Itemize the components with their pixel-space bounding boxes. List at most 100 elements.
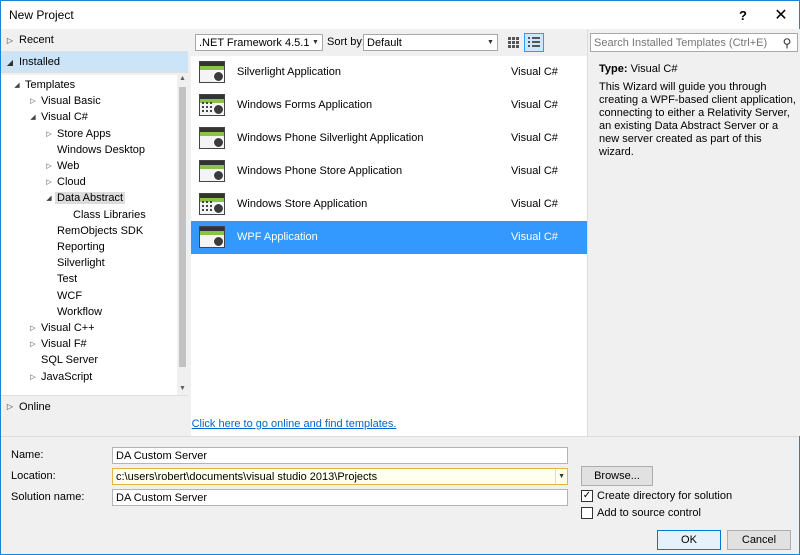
close-button[interactable]: ✕ [763,1,799,29]
expand-arrow-icon[interactable]: ▷ [43,130,55,138]
framework-dropdown[interactable]: .NET Framework 4.5.1 ▼ [195,34,323,51]
tree-item[interactable]: Workflow [43,304,104,320]
solution-name-field[interactable] [112,489,568,506]
template-name: Windows Store Application [237,198,368,210]
recent-section[interactable]: ▷ Recent [1,29,188,51]
tree-item[interactable]: Windows Desktop [43,142,147,158]
recent-label: Recent [19,34,54,46]
small-icons-view-button[interactable] [503,33,523,52]
template-row[interactable]: Windows Store Application Visual C# [191,188,587,221]
ok-button[interactable]: OK [657,530,721,550]
template-name: Silverlight Application [237,66,341,78]
checkbox-checked-icon[interactable]: ✓ [581,490,593,502]
tree-item[interactable]: Class Libraries [59,207,148,223]
template-list: Silverlight Application Visual C# Windows … [191,56,587,436]
template-type: Type: Visual C# [599,63,677,75]
collapse-arrow-icon[interactable]: ◢ [43,194,55,202]
source-control-checkbox[interactable]: Add to source control [581,507,701,519]
expand-arrow-icon[interactable]: ▷ [27,324,39,332]
tree-item[interactable]: Test [43,271,79,287]
template-row[interactable]: Windows Phone Silverlight Application Vis… [191,122,587,155]
search-input[interactable] [591,36,777,49]
list-view-button[interactable] [524,33,544,52]
tree-item[interactable]: ▷ JavaScript [27,369,94,385]
browse-button[interactable]: Browse... [581,466,653,486]
tree-item-label: Data Abstract [55,192,126,205]
tree-item-label: Silverlight [57,257,105,270]
search-icon[interactable]: ⚲ [777,36,797,50]
template-language: Visual C# [511,132,558,144]
template-row[interactable]: Silverlight Application Visual C# [191,56,587,89]
template-name: Windows Phone Silverlight Application [237,132,424,144]
expand-arrow-icon[interactable]: ▷ [27,97,39,105]
tree-item-label: Visual Basic [41,95,101,108]
tree-item[interactable]: RemObjects SDK [43,223,145,239]
template-name: Windows Forms Application [237,99,373,111]
tree-item[interactable]: ◢ Data Abstract [43,190,126,206]
solution-name-label: Solution name: [11,491,85,503]
scroll-up-icon[interactable]: ▲ [177,75,188,85]
tree-item-label: Cloud [57,176,86,189]
solution-name-input[interactable] [113,491,567,504]
tree-item[interactable]: ▷ Web [43,158,81,174]
online-templates-link[interactable]: Click here to go online and find templat… [1,418,587,430]
dropdown-arrow-icon: ▼ [312,39,319,46]
tree-item-label: RemObjects SDK [57,224,144,237]
name-field[interactable] [112,447,568,464]
tree-item-label: SQL Server [41,354,99,367]
grid-view-icon [507,37,519,48]
sort-dropdown[interactable]: Default ▼ [363,34,498,51]
scroll-down-icon[interactable]: ▼ [177,385,188,395]
template-name: Windows Phone Store Application [237,165,403,177]
template-language: Visual C# [511,231,558,243]
help-button[interactable]: ? [725,1,761,29]
tree-item[interactable]: ▷ Store Apps [43,126,113,142]
list-view-icon [528,37,540,48]
online-label: Online [19,400,51,413]
windows-store-app-icon [199,193,225,215]
installed-section[interactable]: ◢ Installed [1,51,188,73]
tree-item[interactable]: ◢ Visual C# [27,109,90,125]
tree-item[interactable]: Reporting [43,239,107,255]
search-box[interactable]: ⚲ [590,33,798,52]
expand-arrow-icon[interactable]: ▷ [27,340,39,348]
tree-scrollbar[interactable]: ▲ ▼ [177,75,188,395]
window-title: New Project [9,8,74,22]
tree-item-label: Test [57,273,78,286]
template-language: Visual C# [511,165,558,177]
title-bar: New Project ? ✕ [1,1,799,29]
tree-item[interactable]: Silverlight [43,255,107,271]
tree-item-label: Class Libraries [73,208,146,221]
wp-store-app-icon [199,160,225,182]
sort-value: Default [367,36,402,49]
expand-arrow-icon[interactable]: ▷ [43,162,55,170]
expand-arrow-icon[interactable]: ▷ [27,373,39,381]
template-row[interactable]: Windows Phone Store Application Visual C# [191,155,587,188]
wpf-app-icon [199,226,225,248]
tree-item[interactable]: WCF [43,288,84,304]
winforms-app-icon [199,94,225,116]
tree-item[interactable]: ▷ Visual C++ [27,320,97,336]
expand-arrow-icon[interactable]: ▷ [43,178,55,186]
tree-item-label: Reporting [57,241,105,253]
name-input[interactable] [113,449,567,462]
collapse-arrow-icon[interactable]: ◢ [27,113,39,121]
online-section[interactable]: ▷ Online [1,395,188,417]
tree-item[interactable]: ▷ Visual F# [27,336,89,352]
tree-item[interactable]: SQL Server [27,352,100,368]
checkbox-empty-icon[interactable] [581,507,593,519]
location-input[interactable] [113,470,556,483]
cancel-button[interactable]: Cancel [727,530,791,550]
details-panel: ⚲ Type: Visual C# This Wizard will guide… [587,29,800,436]
tree-item[interactable]: ▷ Cloud [43,174,88,190]
template-row[interactable]: Windows Forms Application Visual C# [191,89,587,122]
tree-item[interactable]: ◢ Templates [11,77,77,93]
create-directory-checkbox[interactable]: ✓ Create directory for solution [581,490,732,502]
collapse-arrow-icon[interactable]: ◢ [11,81,23,89]
tree-item[interactable]: ▷ Visual Basic [27,93,103,109]
template-row[interactable]: WPF Application Visual C# [191,221,587,254]
dropdown-arrow-icon[interactable]: ▼ [555,469,567,484]
scrollbar-thumb[interactable] [179,87,186,367]
tree-item-label: Visual C# [41,111,88,124]
location-field[interactable]: ▼ [112,468,568,485]
